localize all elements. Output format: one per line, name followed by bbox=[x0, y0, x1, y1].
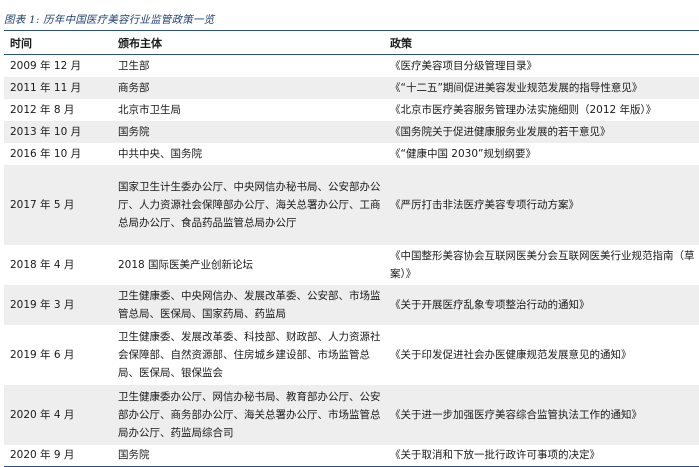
header-time: 时间 bbox=[4, 32, 112, 55]
table-row: 2011 年 11 月 商务部 《“十二五”期间促进美容发业规范发展的指导性意见… bbox=[4, 76, 699, 99]
cell-policy: 《关于开展医疗乱象专项整治行动的通知》 bbox=[390, 298, 590, 311]
cell-time: 2011 年 11 月 bbox=[10, 81, 82, 94]
caption-divider bbox=[4, 30, 699, 31]
cell-subject: 卫生健康委、发展改革委、科技部、财政部、人力资源社会保障部、自然资源部、住房城乡… bbox=[118, 330, 381, 379]
table-row: 2009 年 12 月 卫生部 《医疗美容项目分级管理目录》 bbox=[4, 54, 699, 77]
cell-policy: 《严厉打击非法医疗美容专项行动方案》 bbox=[390, 198, 579, 211]
cell-policy: 《“健康中国 2030”规划纲要》 bbox=[390, 147, 536, 160]
header-policy: 政策 bbox=[384, 32, 699, 55]
cell-time: 2013 年 10 月 bbox=[10, 125, 82, 138]
cell-policy: 《北京市医疗美容服务管理办法实施细则（2012 年版）》 bbox=[390, 103, 657, 116]
table-row: 2020 年 4 月 卫生健康委办公厅、网信办秘书局、教育部办公厅、公安部办公厅… bbox=[4, 384, 699, 445]
table-header-row: 时间 颁布主体 政策 bbox=[4, 32, 699, 55]
cell-policy: 《国务院关于促进健康服务业发展的若干意见》 bbox=[390, 125, 611, 138]
cell-time: 2019 年 6 月 bbox=[10, 348, 75, 361]
table-row: 2020 年 9 月 国务院 《关于取消和下放一批行政许可事项的决定》 bbox=[4, 444, 699, 467]
cell-time: 2020 年 4 月 bbox=[10, 408, 75, 421]
cell-policy: 《关于进一步加强医疗美容综合监管执法工作的通知》 bbox=[390, 408, 642, 421]
cell-time: 2018 年 4 月 bbox=[10, 258, 75, 271]
cell-time: 2012 年 8 月 bbox=[10, 103, 75, 116]
cell-policy: 《医疗美容项目分级管理目录》 bbox=[390, 59, 537, 72]
policy-table: 时间 颁布主体 政策 2009 年 12 月 卫生部 《医疗美容项目分级管理目录… bbox=[4, 32, 699, 467]
cell-policy: 《“十二五”期间促进美容发业规范发展的指导性意见》 bbox=[390, 81, 643, 94]
table-row: 2018 年 4 月 2018 国际医美产业创新论坛 《中国整形美容协会互联网医… bbox=[4, 244, 699, 285]
cell-subject: 国务院 bbox=[118, 125, 150, 138]
table-caption: 图表 1: 历年中国医疗美容行业监管政策一览 bbox=[4, 14, 215, 26]
table-row: 2019 年 6 月 卫生健康委、发展改革委、科技部、财政部、人力资源社会保障部… bbox=[4, 324, 699, 385]
cell-time: 2017 年 5 月 bbox=[10, 198, 75, 211]
cell-subject: 北京市卫生局 bbox=[118, 103, 181, 116]
cell-time: 2020 年 9 月 bbox=[4, 444, 112, 467]
cell-subject: 国务院 bbox=[112, 444, 384, 467]
cell-subject: 中共中央、国务院 bbox=[118, 147, 202, 160]
header-subject: 颁布主体 bbox=[112, 32, 384, 55]
table-row: 2012 年 8 月 北京市卫生局 《北京市医疗美容服务管理办法实施细则（201… bbox=[4, 98, 699, 121]
cell-subject: 2018 国际医美产业创新论坛 bbox=[118, 258, 254, 271]
cell-policy: 《关于印发促进社会办医健康规范发展意见的通知》 bbox=[390, 348, 632, 361]
table-row: 2019 年 3 月 卫生健康委、中央网信办、发展改革委、公安部、市场监管总局、… bbox=[4, 284, 699, 325]
cell-policy: 《关于取消和下放一批行政许可事项的决定》 bbox=[384, 444, 699, 467]
cell-subject: 卫生健康委办公厅、网信办秘书局、教育部办公厅、公安部办公厅、商务部办公厅、海关总… bbox=[118, 390, 381, 439]
cell-subject: 国家卫生计生委办公厅、中央网信办秘书局、公安部办公厅、人力资源社会保障部办公厅、… bbox=[118, 180, 381, 229]
cell-subject: 卫生部 bbox=[118, 59, 150, 72]
table-row: 2013 年 10 月 国务院 《国务院关于促进健康服务业发展的若干意见》 bbox=[4, 120, 699, 143]
cell-time: 2016 年 10 月 bbox=[10, 147, 82, 160]
table-row: 2017 年 5 月 国家卫生计生委办公厅、中央网信办秘书局、公安部办公厅、人力… bbox=[4, 164, 699, 245]
cell-time: 2009 年 12 月 bbox=[10, 59, 82, 72]
cell-time: 2019 年 3 月 bbox=[10, 298, 75, 311]
cell-policy: 《中国整形美容协会互联网医美分会互联网医美行业规范指南（草案）》 bbox=[390, 249, 695, 280]
table-row: 2016 年 10 月 中共中央、国务院 《“健康中国 2030”规划纲要》 bbox=[4, 142, 699, 165]
cell-subject: 卫生健康委、中央网信办、发展改革委、公安部、市场监管总局、医保局、国家药局、药监… bbox=[118, 289, 381, 320]
cell-subject: 商务部 bbox=[118, 81, 150, 94]
